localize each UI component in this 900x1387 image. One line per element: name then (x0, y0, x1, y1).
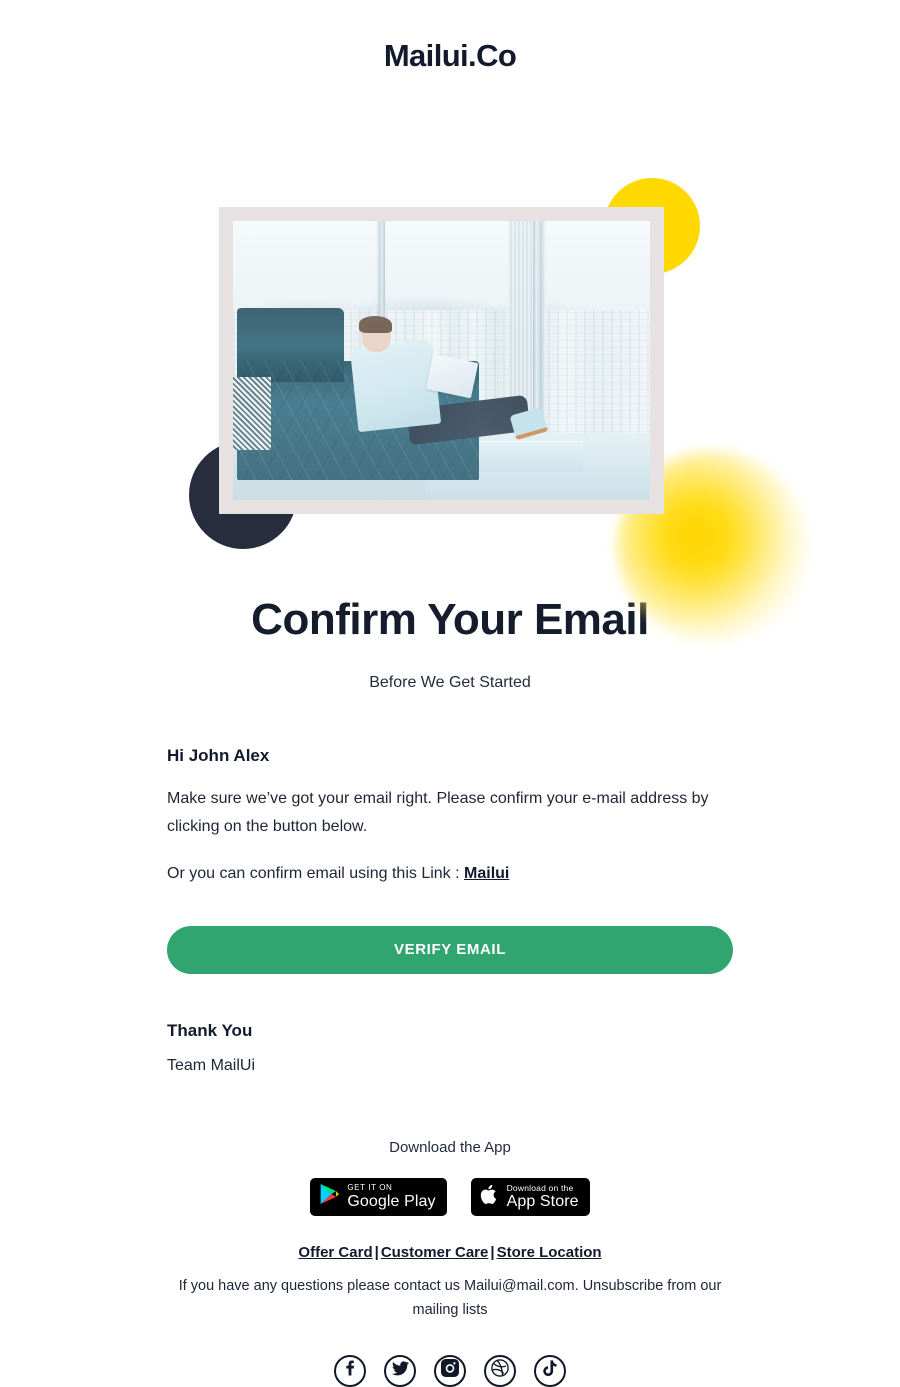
hero-image-frame (219, 207, 664, 514)
team-signature: Team MailUi (167, 1056, 256, 1074)
footer-link-customer-care[interactable]: Customer Care (381, 1244, 489, 1261)
footer-links: Offer Card | Customer Care | Store Location (0, 1244, 900, 1261)
message-body: Hi John Alex Make sure we’ve got your em… (167, 746, 733, 888)
confirm-link-line: Or you can confirm email using this Link… (167, 860, 733, 888)
confirm-link-lead: Or you can confirm email using this Link… (167, 864, 460, 882)
footer-link-separator-1: | (374, 1243, 379, 1261)
hero-section (0, 83, 900, 641)
email-header: Mailui.Co (0, 0, 900, 71)
app-store-small: Download on the (506, 1182, 574, 1193)
google-play-icon (319, 1183, 340, 1210)
signoff-block: Thank You Team MailUi (167, 1021, 733, 1075)
page-subtitle: Before We Get Started (369, 673, 531, 691)
greeting-text: Hi John Alex (167, 745, 270, 765)
footer-link-separator-2: | (490, 1243, 495, 1261)
google-play-text: GET IT ON Google Play (347, 1182, 436, 1210)
email-body: Mailui.Co Confirm Your Email Before We G… (0, 0, 900, 1387)
body-paragraph: Make sure we’ve got your email right. Pl… (167, 789, 709, 835)
hero-color-tint (233, 221, 650, 500)
google-play-badge[interactable]: GET IT ON Google Play (310, 1177, 447, 1216)
app-badges: GET IT ON Google Play Download on the Ap… (0, 1177, 900, 1216)
footer-fine-print: If you have any questions please contact… (178, 1277, 722, 1318)
app-store-big: App Store (506, 1193, 579, 1211)
apple-icon (480, 1183, 499, 1211)
footer-link-store-location[interactable]: Store Location (497, 1244, 602, 1261)
mailui-link[interactable]: Mailui (464, 865, 509, 882)
verify-email-button[interactable]: VERIFY EMAIL (167, 925, 733, 974)
footer-link-offer-card[interactable]: Offer Card (298, 1244, 372, 1261)
app-store-text: Download on the App Store (507, 1184, 579, 1211)
email-footer: Download the App GET IT ON Google Play D… (0, 1139, 900, 1387)
thank-you-text: Thank You (167, 1020, 253, 1040)
google-play-big: Google Play (347, 1192, 436, 1210)
google-play-small: GET IT ON (347, 1182, 393, 1192)
hero-image (233, 221, 650, 500)
brand-logo: Mailui.Co (383, 38, 517, 73)
download-app-label: Download the App (389, 1138, 511, 1156)
app-store-badge[interactable]: Download on the App Store (470, 1177, 590, 1216)
